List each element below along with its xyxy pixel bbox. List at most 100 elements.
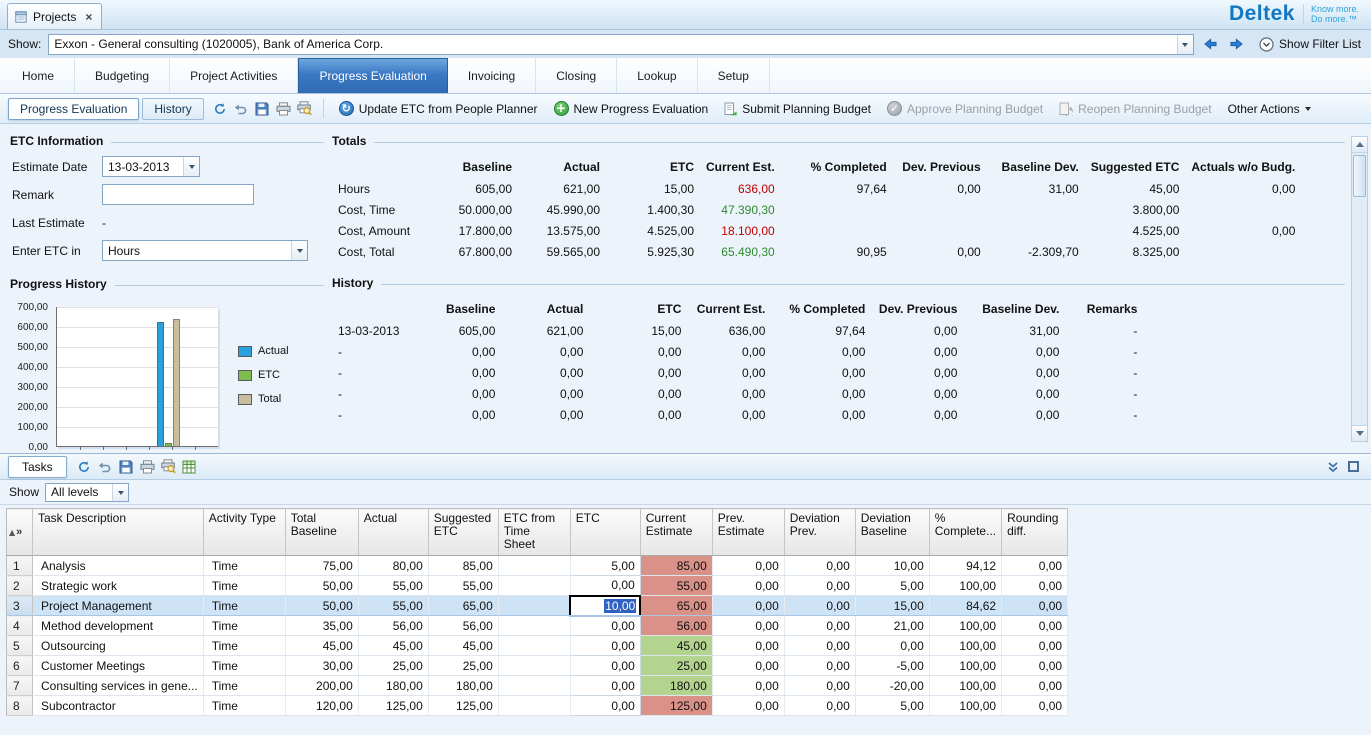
task-cell-deviation-baseline: 21,00 <box>855 616 929 636</box>
task-cell-current-estimate: 85,00 <box>640 556 712 576</box>
task-cell-activity-type: Time <box>203 636 285 656</box>
chart-gridline <box>57 427 218 428</box>
print-preview-icon[interactable] <box>294 98 315 119</box>
next-record-icon[interactable] <box>1227 35 1246 54</box>
chevron-down-icon[interactable] <box>1177 35 1193 54</box>
task-cell-etc[interactable]: 0,00 <box>570 696 640 716</box>
subtab-history[interactable]: History <box>142 98 203 120</box>
tasks-col-deviation-prev[interactable]: Deviation Prev. <box>784 509 855 556</box>
tasks-col-activity-type[interactable]: Activity Type <box>203 509 285 556</box>
totals-cell <box>781 199 893 220</box>
document-tab-title: Projects <box>33 10 76 24</box>
totals-row-label: Hours <box>336 178 428 199</box>
row-number[interactable]: 4 <box>7 616 33 636</box>
collapse-panel-icon[interactable] <box>1327 461 1339 473</box>
history-col-baseline: Baseline <box>405 298 501 320</box>
row-number[interactable]: 2 <box>7 576 33 596</box>
totals-cell: 1.400,30 <box>606 199 700 220</box>
task-cell-etc[interactable]: 0,00 <box>570 636 640 656</box>
task-cell-deviation-baseline: 15,00 <box>855 596 929 616</box>
new-progress-evaluation-button[interactable]: +New Progress Evaluation <box>547 99 716 118</box>
ribbon-tab-closing[interactable]: Closing <box>536 58 617 93</box>
task-row[interactable]: 2Strategic workTime50,0055,0055,000,0055… <box>7 576 1068 596</box>
row-number[interactable]: 1 <box>7 556 33 576</box>
update-etc-from-people-planner-button[interactable]: ↻Update ETC from People Planner <box>332 99 545 118</box>
etc-fields: Estimate Date13-03-2013RemarkLast Estima… <box>10 156 324 261</box>
other-actions-button[interactable]: Other Actions <box>1221 100 1318 118</box>
row-number[interactable]: 7 <box>7 676 33 696</box>
legend-swatch <box>238 370 252 381</box>
show-filter-list-button[interactable]: Show Filter List <box>1259 37 1361 52</box>
tasks-col-pct-complete[interactable]: % Complete... <box>929 509 1001 556</box>
task-cell-etc[interactable]: 10,00 <box>570 596 640 616</box>
history-cell: - <box>1065 341 1143 362</box>
dropdown-arrow-icon <box>1305 107 1311 114</box>
ribbon-tab-budgeting[interactable]: Budgeting <box>75 58 170 93</box>
row-number[interactable]: 6 <box>7 656 33 676</box>
row-number[interactable]: 8 <box>7 696 33 716</box>
estimate-date-combobox[interactable]: 13-03-2013 <box>102 156 200 177</box>
previous-record-icon[interactable] <box>1201 35 1220 54</box>
undo-icon[interactable] <box>231 98 252 119</box>
ribbon-tab-lookup[interactable]: Lookup <box>617 58 697 93</box>
task-cell-total-baseline: 50,00 <box>285 576 358 596</box>
ribbon-tab-project-activities[interactable]: Project Activities <box>170 58 298 93</box>
tasks-col-rounding-diff[interactable]: Rounding diff. <box>1002 509 1068 556</box>
tasks-col-suggested-etc[interactable]: Suggested ETC <box>428 509 498 556</box>
history-cell: 0,00 <box>963 341 1065 362</box>
task-cell-etc[interactable]: 0,00 <box>570 616 640 636</box>
tasks-col-actual[interactable]: Actual <box>358 509 428 556</box>
task-row[interactable]: 4Method developmentTime35,0056,0056,000,… <box>7 616 1068 636</box>
task-row[interactable]: 1AnalysisTime75,0080,0085,005,0085,000,0… <box>7 556 1068 576</box>
row-number[interactable]: 5 <box>7 636 33 656</box>
tasks-col-current-estimate[interactable]: Current Estimate <box>640 509 712 556</box>
totals-cell: 67.800,00 <box>428 241 518 262</box>
project-filter-combobox[interactable]: Exxon - General consulting (1020005), Ba… <box>48 34 1194 55</box>
enter-etc-in-combobox[interactable]: Hours <box>102 240 308 261</box>
subtab-progress-evaluation[interactable]: Progress Evaluation <box>8 98 139 120</box>
remark-input[interactable] <box>102 184 254 205</box>
tasks-col-deviation-baseline[interactable]: Deviation Baseline <box>855 509 929 556</box>
task-cell-actual: 80,00 <box>358 556 428 576</box>
task-row[interactable]: 5OutsourcingTime45,0045,0045,000,0045,00… <box>7 636 1068 656</box>
projects-document-tab[interactable]: Projects × <box>7 3 102 29</box>
task-cell-etc[interactable]: 0,00 <box>570 656 640 676</box>
tasks-col-task-description[interactable]: Task Description <box>33 509 204 556</box>
chevron-down-icon[interactable] <box>112 484 128 501</box>
task-row[interactable]: 8SubcontractorTime120,00125,00125,000,00… <box>7 696 1068 716</box>
submit-planning-budget-button[interactable]: Submit Planning Budget <box>717 100 878 118</box>
ribbon-tab-setup[interactable]: Setup <box>698 58 770 93</box>
refresh-icon[interactable] <box>210 98 231 119</box>
scroll-down-icon[interactable] <box>1352 425 1367 441</box>
close-tab-icon[interactable]: × <box>85 10 92 24</box>
ribbon-tab-progress-evaluation[interactable]: Progress Evaluation <box>298 58 447 93</box>
maximize-panel-icon[interactable] <box>1348 461 1359 472</box>
scroll-up-icon[interactable] <box>1352 137 1367 153</box>
action-label: Update ETC from People Planner <box>359 102 538 116</box>
task-cell-etc[interactable]: 0,00 <box>570 676 640 696</box>
task-cell-etc[interactable]: 5,00 <box>570 556 640 576</box>
task-cell-etc-from-time-sheet <box>498 636 570 656</box>
row-number[interactable]: 3 <box>7 596 33 616</box>
level-filter-combobox[interactable]: All levels <box>45 483 129 502</box>
action-label: Approve Planning Budget <box>907 102 1043 116</box>
task-cell-etc[interactable]: 0,00 <box>570 576 640 596</box>
tasks-col-etc[interactable]: ETC <box>570 509 640 556</box>
task-row[interactable]: 7Consulting services in gene...Time200,0… <box>7 676 1068 696</box>
tasks-col-etc-from-time-sheet[interactable]: ETC from Time Sheet <box>498 509 570 556</box>
task-cell-task-description: Strategic work <box>33 576 204 596</box>
task-row[interactable]: 3Project ManagementTime50,0055,0065,0010… <box>7 596 1068 616</box>
action-label: Submit Planning Budget <box>742 102 871 116</box>
task-row[interactable]: 6Customer MeetingsTime30,0025,0025,000,0… <box>7 656 1068 676</box>
vertical-scrollbar[interactable] <box>1351 136 1368 442</box>
new-evaluation-icon: + <box>554 101 569 116</box>
ribbon-tab-home[interactable]: Home <box>2 58 75 93</box>
ribbon-tab-invoicing[interactable]: Invoicing <box>448 58 536 93</box>
tasks-col-total-baseline[interactable]: Total Baseline <box>285 509 358 556</box>
chart-bar-total <box>173 319 180 446</box>
save-icon[interactable] <box>252 98 273 119</box>
print-icon[interactable] <box>273 98 294 119</box>
scrollbar-thumb[interactable] <box>1353 155 1366 197</box>
tasks-col-prev-estimate[interactable]: Prev. Estimate <box>712 509 784 556</box>
chart-plot <box>56 307 218 447</box>
